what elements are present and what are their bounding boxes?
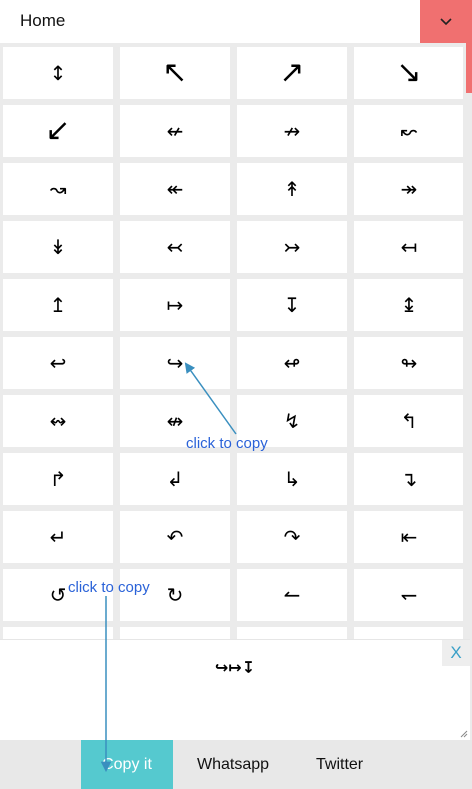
scrollbar-thumb[interactable]	[466, 43, 472, 93]
symbol-cell[interactable]: ↨	[354, 279, 463, 331]
symbol-cell[interactable]: ↩	[3, 337, 113, 389]
symbol-cell[interactable]: ↙	[3, 105, 113, 157]
symbol-cell[interactable]: ↟	[237, 163, 347, 215]
resize-grip-icon[interactable]	[460, 730, 468, 738]
symbol-cell[interactable]: ↜	[354, 105, 463, 157]
symbol-cell[interactable]: ↾	[3, 627, 113, 639]
symbol-cell[interactable]: ↕	[3, 47, 113, 99]
app-header: Home	[0, 0, 472, 43]
symbol-cell[interactable]: ↵	[3, 511, 113, 563]
symbol-cell[interactable]: ↴	[354, 453, 463, 505]
symbol-cell[interactable]: ↝	[3, 163, 113, 215]
symbol-cell[interactable]: ↳	[237, 453, 347, 505]
symbol-cell[interactable]: ⇀	[237, 627, 347, 639]
symbol-cell[interactable]: ↽	[354, 569, 463, 621]
symbol-cell[interactable]: ↗	[237, 47, 347, 99]
symbol-cell[interactable]: ↼	[237, 569, 347, 621]
symbol-cell[interactable]: ↚	[120, 105, 230, 157]
symbol-cell[interactable]: ↱	[3, 453, 113, 505]
symbol-cell[interactable]: ↤	[354, 221, 463, 273]
symbol-cell[interactable]: ↲	[120, 453, 230, 505]
whatsapp-button[interactable]: Whatsapp	[197, 740, 269, 789]
symbol-cell[interactable]: ↡	[3, 221, 113, 273]
symbol-cell[interactable]: ⇤	[354, 511, 463, 563]
symbol-cell[interactable]: ↞	[120, 163, 230, 215]
twitter-button[interactable]: Twitter	[316, 740, 363, 789]
output-panel: ↪↦↧ X	[0, 639, 470, 740]
symbol-cell[interactable]: ↦	[120, 279, 230, 331]
annotation-label-1: click to copy	[186, 435, 268, 452]
action-bar: Copy it Whatsapp Twitter	[0, 740, 472, 789]
symbol-cell[interactable]: ↖	[120, 47, 230, 99]
symbol-cell[interactable]: ↧	[237, 279, 347, 331]
symbol-cell[interactable]: ↫	[237, 337, 347, 389]
symbol-cell[interactable]: ↰	[354, 395, 463, 447]
symbol-cell[interactable]: ↠	[354, 163, 463, 215]
symbol-cell[interactable]: ↶	[120, 511, 230, 563]
symbol-cell[interactable]: ↥	[3, 279, 113, 331]
symbol-cell[interactable]: ↭	[3, 395, 113, 447]
symbol-cell[interactable]: ↛	[237, 105, 347, 157]
clear-button[interactable]: X	[442, 640, 470, 666]
chevron-down-icon	[440, 17, 452, 25]
symbol-grid: ↕ ↖ ↗ ↘ ↙ ↚ ↛ ↜ ↝ ↞ ↟ ↠ ↡ ↢ ↣ ↤ ↥ ↦ ↧ ↨ ↩ ↪ ↫ ↬ ↭ ↮ ↯ ↰ ↱ ↲ ↳ ↴ ↵ ↶ ↷ ⇤ ↺ ↻ ↼ ↽…	[3, 47, 463, 639]
symbol-cell[interactable]: ↷	[237, 511, 347, 563]
page-title: Home	[20, 11, 66, 30]
annotation-label-2: click to copy	[68, 579, 150, 596]
symbol-cell[interactable]: ⇁	[354, 627, 463, 639]
symbol-cell[interactable]: ↣	[237, 221, 347, 273]
symbol-cell[interactable]: ↿	[120, 627, 230, 639]
output-textarea[interactable]: ↪↦↧	[0, 658, 470, 677]
symbol-cell[interactable]: ↪	[120, 337, 230, 389]
symbol-cell[interactable]: ↢	[120, 221, 230, 273]
menu-dropdown-button[interactable]	[420, 0, 472, 43]
copy-button[interactable]: Copy it	[81, 740, 173, 789]
symbol-cell[interactable]: ↘	[354, 47, 463, 99]
symbol-cell[interactable]: ↬	[354, 337, 463, 389]
